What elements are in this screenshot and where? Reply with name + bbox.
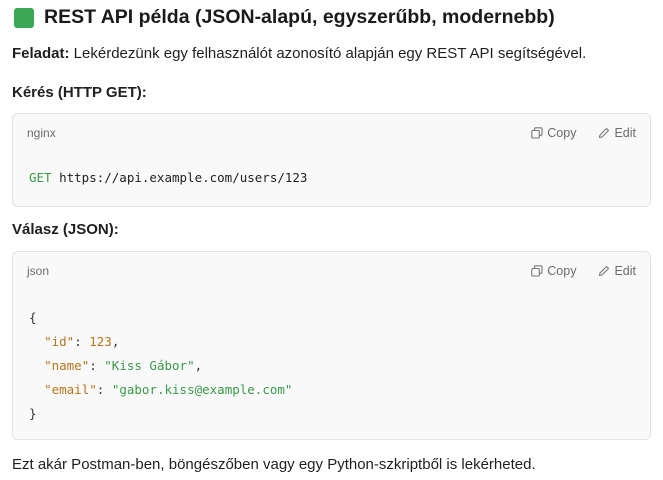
json-key: "name" xyxy=(44,358,90,373)
json-key: "email" xyxy=(44,382,97,397)
heading-title: REST API példa (JSON-alapú, egyszerűbb, … xyxy=(44,6,555,28)
json-close-brace: } xyxy=(29,406,37,421)
request-edit-label: Edit xyxy=(614,126,636,140)
request-code-block: nginx Copy Edit GET https://api.example.… xyxy=(12,113,651,207)
json-value: 123 xyxy=(89,334,112,349)
request-url: https://api.example.com/users/123 xyxy=(51,170,308,185)
response-edit-label: Edit xyxy=(614,264,636,278)
response-code: { "id": 123, "name": "Kiss Gábor", "emai… xyxy=(29,310,293,421)
json-value: "gabor.kiss@example.com" xyxy=(111,382,293,397)
page-heading: REST API példa (JSON-alapú, egyszerűbb, … xyxy=(14,6,555,29)
request-copy-button[interactable]: Copy xyxy=(531,126,576,140)
response-edit-button[interactable]: Edit xyxy=(598,264,636,278)
request-copy-label: Copy xyxy=(547,126,577,140)
response-code-header: json Copy Edit xyxy=(13,252,650,290)
response-label: Válasz (JSON): xyxy=(12,221,119,238)
request-edit-button[interactable]: Edit xyxy=(598,126,636,140)
http-method: GET xyxy=(29,170,52,185)
json-open-brace: { xyxy=(29,310,37,325)
task-label: Feladat: xyxy=(12,45,70,62)
footer-text: Ezt akár Postman-ben, böngészőben vagy e… xyxy=(12,456,536,473)
json-value: "Kiss Gábor" xyxy=(104,358,195,373)
request-code: GET https://api.example.com/users/123 xyxy=(13,152,650,190)
request-code-header: nginx Copy Edit xyxy=(13,114,650,152)
task-paragraph: Feladat: Lekérdezünk egy felhasználót az… xyxy=(12,45,586,62)
pencil-icon xyxy=(599,265,610,277)
response-copy-label: Copy xyxy=(547,264,577,278)
task-text: Lekérdezünk egy felhasználót azonosító a… xyxy=(69,45,587,62)
copy-icon xyxy=(531,127,543,139)
request-lang-label: nginx xyxy=(27,126,56,140)
copy-icon xyxy=(531,265,543,277)
response-lang-label: json xyxy=(27,264,50,278)
json-key: "id" xyxy=(44,334,75,349)
green-square-icon xyxy=(14,7,34,28)
pencil-icon xyxy=(599,127,610,139)
response-copy-button[interactable]: Copy xyxy=(531,264,576,278)
request-label: Kérés (HTTP GET): xyxy=(12,84,147,101)
response-code-block: json Copy Edit { "id": 123, "name": "Kis… xyxy=(12,251,651,440)
